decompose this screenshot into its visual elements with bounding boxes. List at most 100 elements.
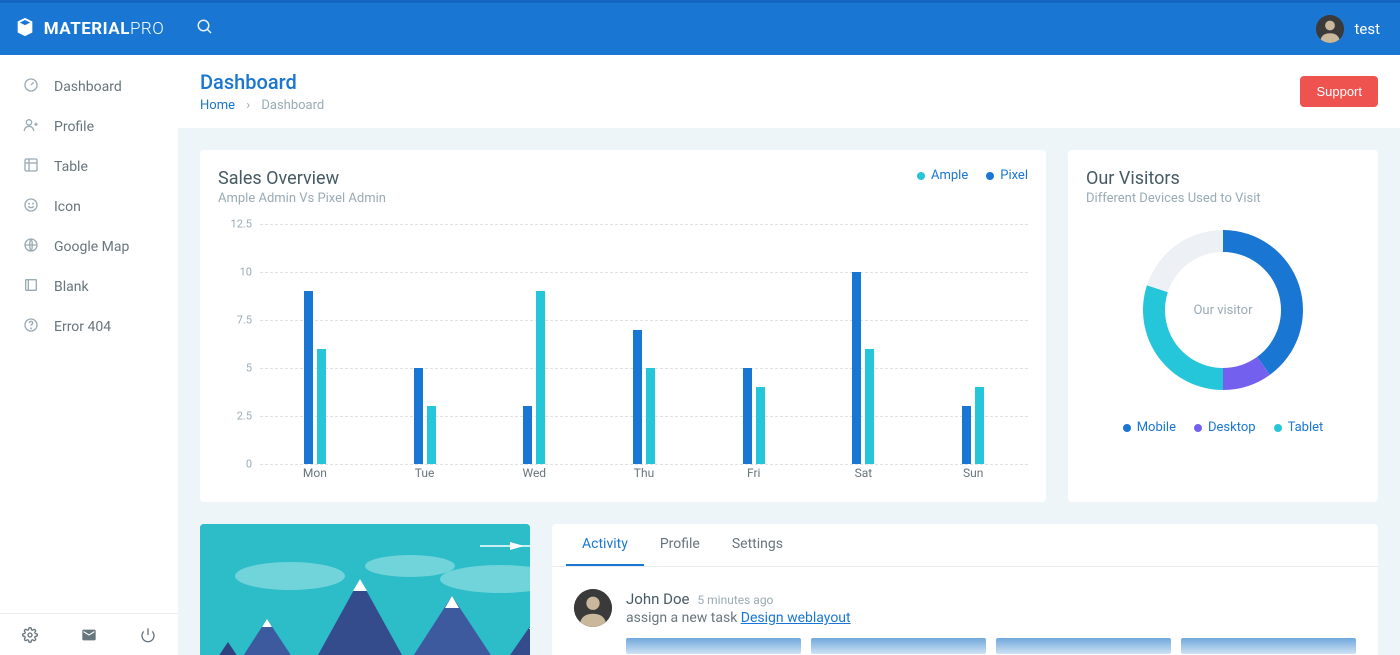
- activity-time: 5 minutes ago: [697, 593, 773, 607]
- sidebar-item-label: Error 404: [54, 319, 111, 335]
- thumbnail[interactable]: [996, 638, 1171, 654]
- x-tick: Sun: [963, 466, 983, 480]
- chevron-right-icon: ›: [246, 98, 250, 113]
- gauge-icon: [22, 77, 40, 97]
- sidebar-item-table[interactable]: Table: [0, 147, 178, 187]
- sidebar-item-label: Table: [54, 159, 88, 175]
- x-tick: Mon: [303, 466, 327, 480]
- book-icon: [22, 277, 40, 297]
- y-tick: 5: [246, 362, 252, 375]
- profile-image-card: [200, 524, 530, 655]
- visitors-subtitle: Different Devices Used to Visit: [1086, 191, 1360, 206]
- visitors-donut: Our visitor: [1133, 220, 1313, 400]
- mail-icon[interactable]: [59, 614, 118, 655]
- sidebar-item-error-404[interactable]: Error 404: [0, 307, 178, 347]
- bar-group: [633, 330, 655, 464]
- sidebar-item-icon[interactable]: Icon: [0, 187, 178, 227]
- bar-group: [743, 368, 765, 464]
- visitors-card: Our Visitors Different Devices Used to V…: [1068, 150, 1378, 502]
- dot-icon: [1123, 424, 1131, 432]
- dot-icon: [1194, 424, 1202, 432]
- grid-line: [260, 272, 1028, 273]
- legend-item[interactable]: Mobile: [1123, 420, 1176, 435]
- brand[interactable]: MATERIALPRO: [0, 16, 178, 42]
- thumbnail[interactable]: [1181, 638, 1356, 654]
- sales-subtitle: Ample Admin Vs Pixel Admin: [218, 191, 386, 206]
- globe-icon: [22, 237, 40, 257]
- legend-item[interactable]: Ample: [917, 168, 968, 183]
- y-tick: 2.5: [237, 410, 252, 423]
- sidebar-item-label: Google Map: [54, 239, 129, 255]
- sales-chart: 02.557.51012.5 MonTueWedThuFriSatSun: [218, 224, 1028, 484]
- bar: [743, 368, 752, 464]
- activity-avatar: [574, 589, 612, 627]
- grid-line: [260, 224, 1028, 225]
- bar-group: [962, 387, 984, 464]
- sidebar-item-profile[interactable]: Profile: [0, 107, 178, 147]
- bar: [536, 291, 545, 464]
- topbar: MATERIALPRO test: [0, 0, 1400, 55]
- tab-activity[interactable]: Activity: [566, 524, 644, 566]
- bar: [962, 406, 971, 464]
- main-content: Dashboard Home › Dashboard Support Sales…: [178, 55, 1400, 655]
- x-tick: Thu: [634, 466, 654, 480]
- bar: [852, 272, 861, 464]
- bar: [633, 330, 642, 464]
- sidebar-item-label: Icon: [54, 199, 81, 215]
- dot-icon: [917, 172, 925, 180]
- activity-name: John Doe: [626, 590, 689, 608]
- sales-card: Sales Overview Ample Admin Vs Pixel Admi…: [200, 150, 1046, 502]
- activity-item: John Doe 5 minutes ago assign a new task…: [552, 567, 1378, 655]
- thumbnail[interactable]: [811, 638, 986, 654]
- bar: [975, 387, 984, 464]
- bar-group: [852, 272, 874, 464]
- dot-icon: [986, 172, 994, 180]
- bar: [427, 406, 436, 464]
- sidebar-item-label: Dashboard: [54, 79, 122, 95]
- logo-icon: [14, 16, 36, 42]
- y-tick: 10: [240, 266, 252, 279]
- visitors-legend: Mobile Desktop Tablet: [1086, 420, 1360, 435]
- sidebar: Dashboard Profile Table Icon Google Map Blank…: [0, 55, 178, 655]
- support-button[interactable]: Support: [1300, 76, 1378, 107]
- legend-item[interactable]: Desktop: [1194, 420, 1256, 435]
- search-icon[interactable]: [196, 18, 214, 40]
- legend-item[interactable]: Tablet: [1274, 420, 1324, 435]
- bar: [317, 349, 326, 464]
- tab-settings[interactable]: Settings: [716, 524, 799, 566]
- sidebar-item-dashboard[interactable]: Dashboard: [0, 67, 178, 107]
- x-tick: Tue: [415, 466, 435, 480]
- smile-icon: [22, 197, 40, 217]
- sidebar-nav: Dashboard Profile Table Icon Google Map Blank…: [0, 55, 178, 613]
- activity-card: ActivityProfileSettings John Doe 5 minut…: [552, 524, 1378, 655]
- bar: [756, 387, 765, 464]
- username: test: [1354, 20, 1380, 38]
- donut-center-label: Our visitor: [1133, 220, 1313, 400]
- bar: [523, 406, 532, 464]
- tab-profile[interactable]: Profile: [644, 524, 716, 566]
- page-title: Dashboard: [200, 70, 324, 94]
- bar-group: [523, 291, 545, 464]
- legend-item[interactable]: Pixel: [986, 168, 1028, 183]
- grid-line: [260, 320, 1028, 321]
- sidebar-item-blank[interactable]: Blank: [0, 267, 178, 307]
- grid-line: [260, 464, 1028, 465]
- activity-text: assign a new task Design weblayout: [626, 610, 1356, 626]
- bar-group: [304, 291, 326, 464]
- x-tick: Wed: [522, 466, 546, 480]
- page-header: Dashboard Home › Dashboard Support: [178, 55, 1400, 128]
- settings-icon[interactable]: [0, 614, 59, 655]
- power-icon[interactable]: [119, 614, 178, 655]
- breadcrumb-home[interactable]: Home: [200, 98, 235, 113]
- activity-thumbnails: [626, 638, 1356, 654]
- grid-icon: [22, 157, 40, 177]
- sidebar-item-google-map[interactable]: Google Map: [0, 227, 178, 267]
- tabs: ActivityProfileSettings: [552, 524, 1378, 567]
- user-menu[interactable]: test: [1316, 15, 1380, 43]
- sidebar-item-label: Profile: [54, 119, 94, 135]
- dot-icon: [1274, 424, 1282, 432]
- activity-link[interactable]: Design weblayout: [741, 610, 851, 626]
- bar: [414, 368, 423, 464]
- thumbnail[interactable]: [626, 638, 801, 654]
- sidebar-item-label: Blank: [54, 279, 89, 295]
